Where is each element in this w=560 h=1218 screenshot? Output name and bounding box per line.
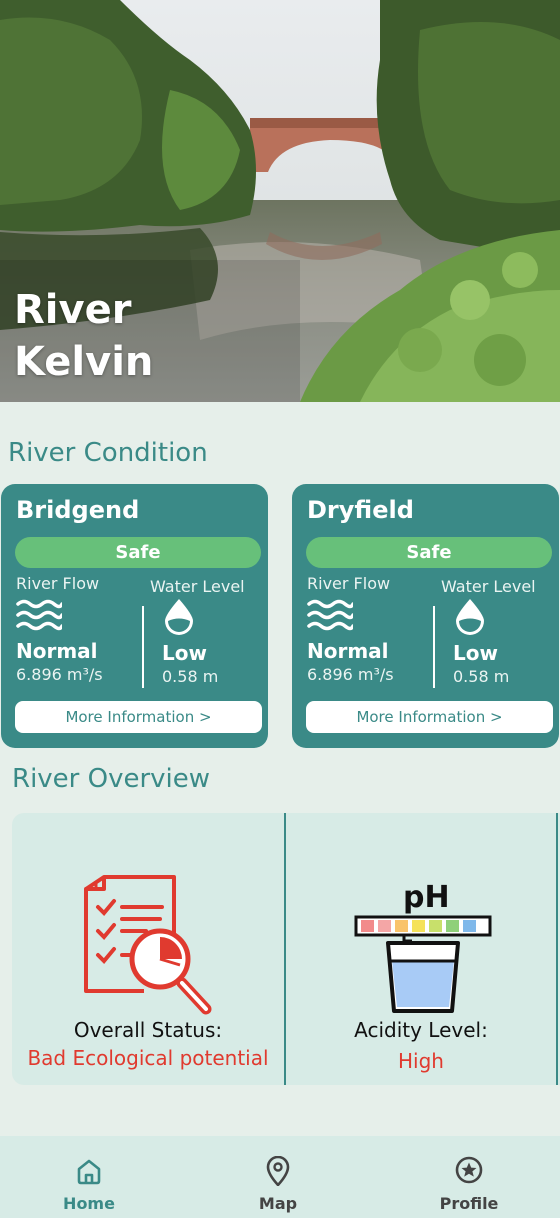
nav-home-label: Home — [63, 1194, 115, 1213]
acidity-level-label: Acidity Level: — [354, 1018, 488, 1042]
nav-profile-label: Profile — [439, 1194, 499, 1213]
waves-icon — [307, 599, 353, 631]
water-level-amount: 0.58 m — [162, 667, 219, 686]
section-heading-river-overview: River Overview — [12, 764, 211, 794]
home-icon — [77, 1159, 101, 1185]
nav-home[interactable]: Home — [19, 1136, 159, 1218]
nav-profile[interactable]: Profile — [399, 1136, 539, 1218]
more-information-button[interactable]: More Information > — [15, 701, 262, 733]
water-level-label: Water Level — [150, 577, 245, 596]
overall-status-label: Overall Status: — [73, 1018, 223, 1042]
station-card-dryfield: Dryfield Safe River Flow Water Level Nor… — [292, 484, 559, 748]
water-level-label: Water Level — [441, 577, 536, 596]
river-flow-rate: 6.896 m³/s — [16, 665, 103, 684]
hero-banner: River Kelvin — [0, 0, 560, 402]
water-level-value: Low — [162, 641, 207, 665]
bottom-navigation: Home Map Profile — [0, 1136, 560, 1218]
card-divider — [433, 606, 435, 688]
card-divider — [142, 606, 144, 688]
river-flow-rate: 6.896 m³/s — [307, 665, 394, 684]
report-magnifier-icon — [84, 875, 212, 1015]
section-heading-river-condition: River Condition — [8, 438, 208, 468]
river-flow-value: Normal — [16, 639, 98, 663]
river-flow-value: Normal — [307, 639, 389, 663]
star-circle-icon — [455, 1156, 483, 1184]
more-information-button[interactable]: More Information > — [306, 701, 553, 733]
station-card-bridgend: Bridgend Safe River Flow Water Level Nor… — [1, 484, 268, 748]
station-name: Bridgend — [16, 496, 140, 524]
river-overview-carousel[interactable]: Overall Status: Bad Ecological potential… — [12, 813, 560, 1085]
acidity-level-value: High — [398, 1049, 444, 1073]
river-flow-label: River Flow — [307, 574, 391, 593]
page-title: River Kelvin — [14, 287, 154, 385]
water-drop-icon — [456, 599, 484, 635]
safety-status-badge: Safe — [306, 537, 552, 568]
ph-test-icon: pH — [354, 880, 492, 1013]
overall-status-value: Bad Ecological potential — [27, 1046, 269, 1070]
river-flow-label: River Flow — [16, 574, 100, 593]
water-level-amount: 0.58 m — [453, 667, 510, 686]
overview-divider — [556, 813, 558, 1085]
nav-map-label: Map — [258, 1194, 298, 1213]
water-level-value: Low — [453, 641, 498, 665]
station-name: Dryfield — [307, 496, 414, 524]
waves-icon — [16, 599, 62, 631]
nav-map[interactable]: Map — [208, 1136, 348, 1218]
safety-status-badge: Safe — [15, 537, 261, 568]
map-pin-icon — [266, 1156, 290, 1186]
overview-divider — [284, 813, 286, 1085]
ph-text: pH — [403, 880, 450, 915]
water-drop-icon — [165, 599, 193, 635]
